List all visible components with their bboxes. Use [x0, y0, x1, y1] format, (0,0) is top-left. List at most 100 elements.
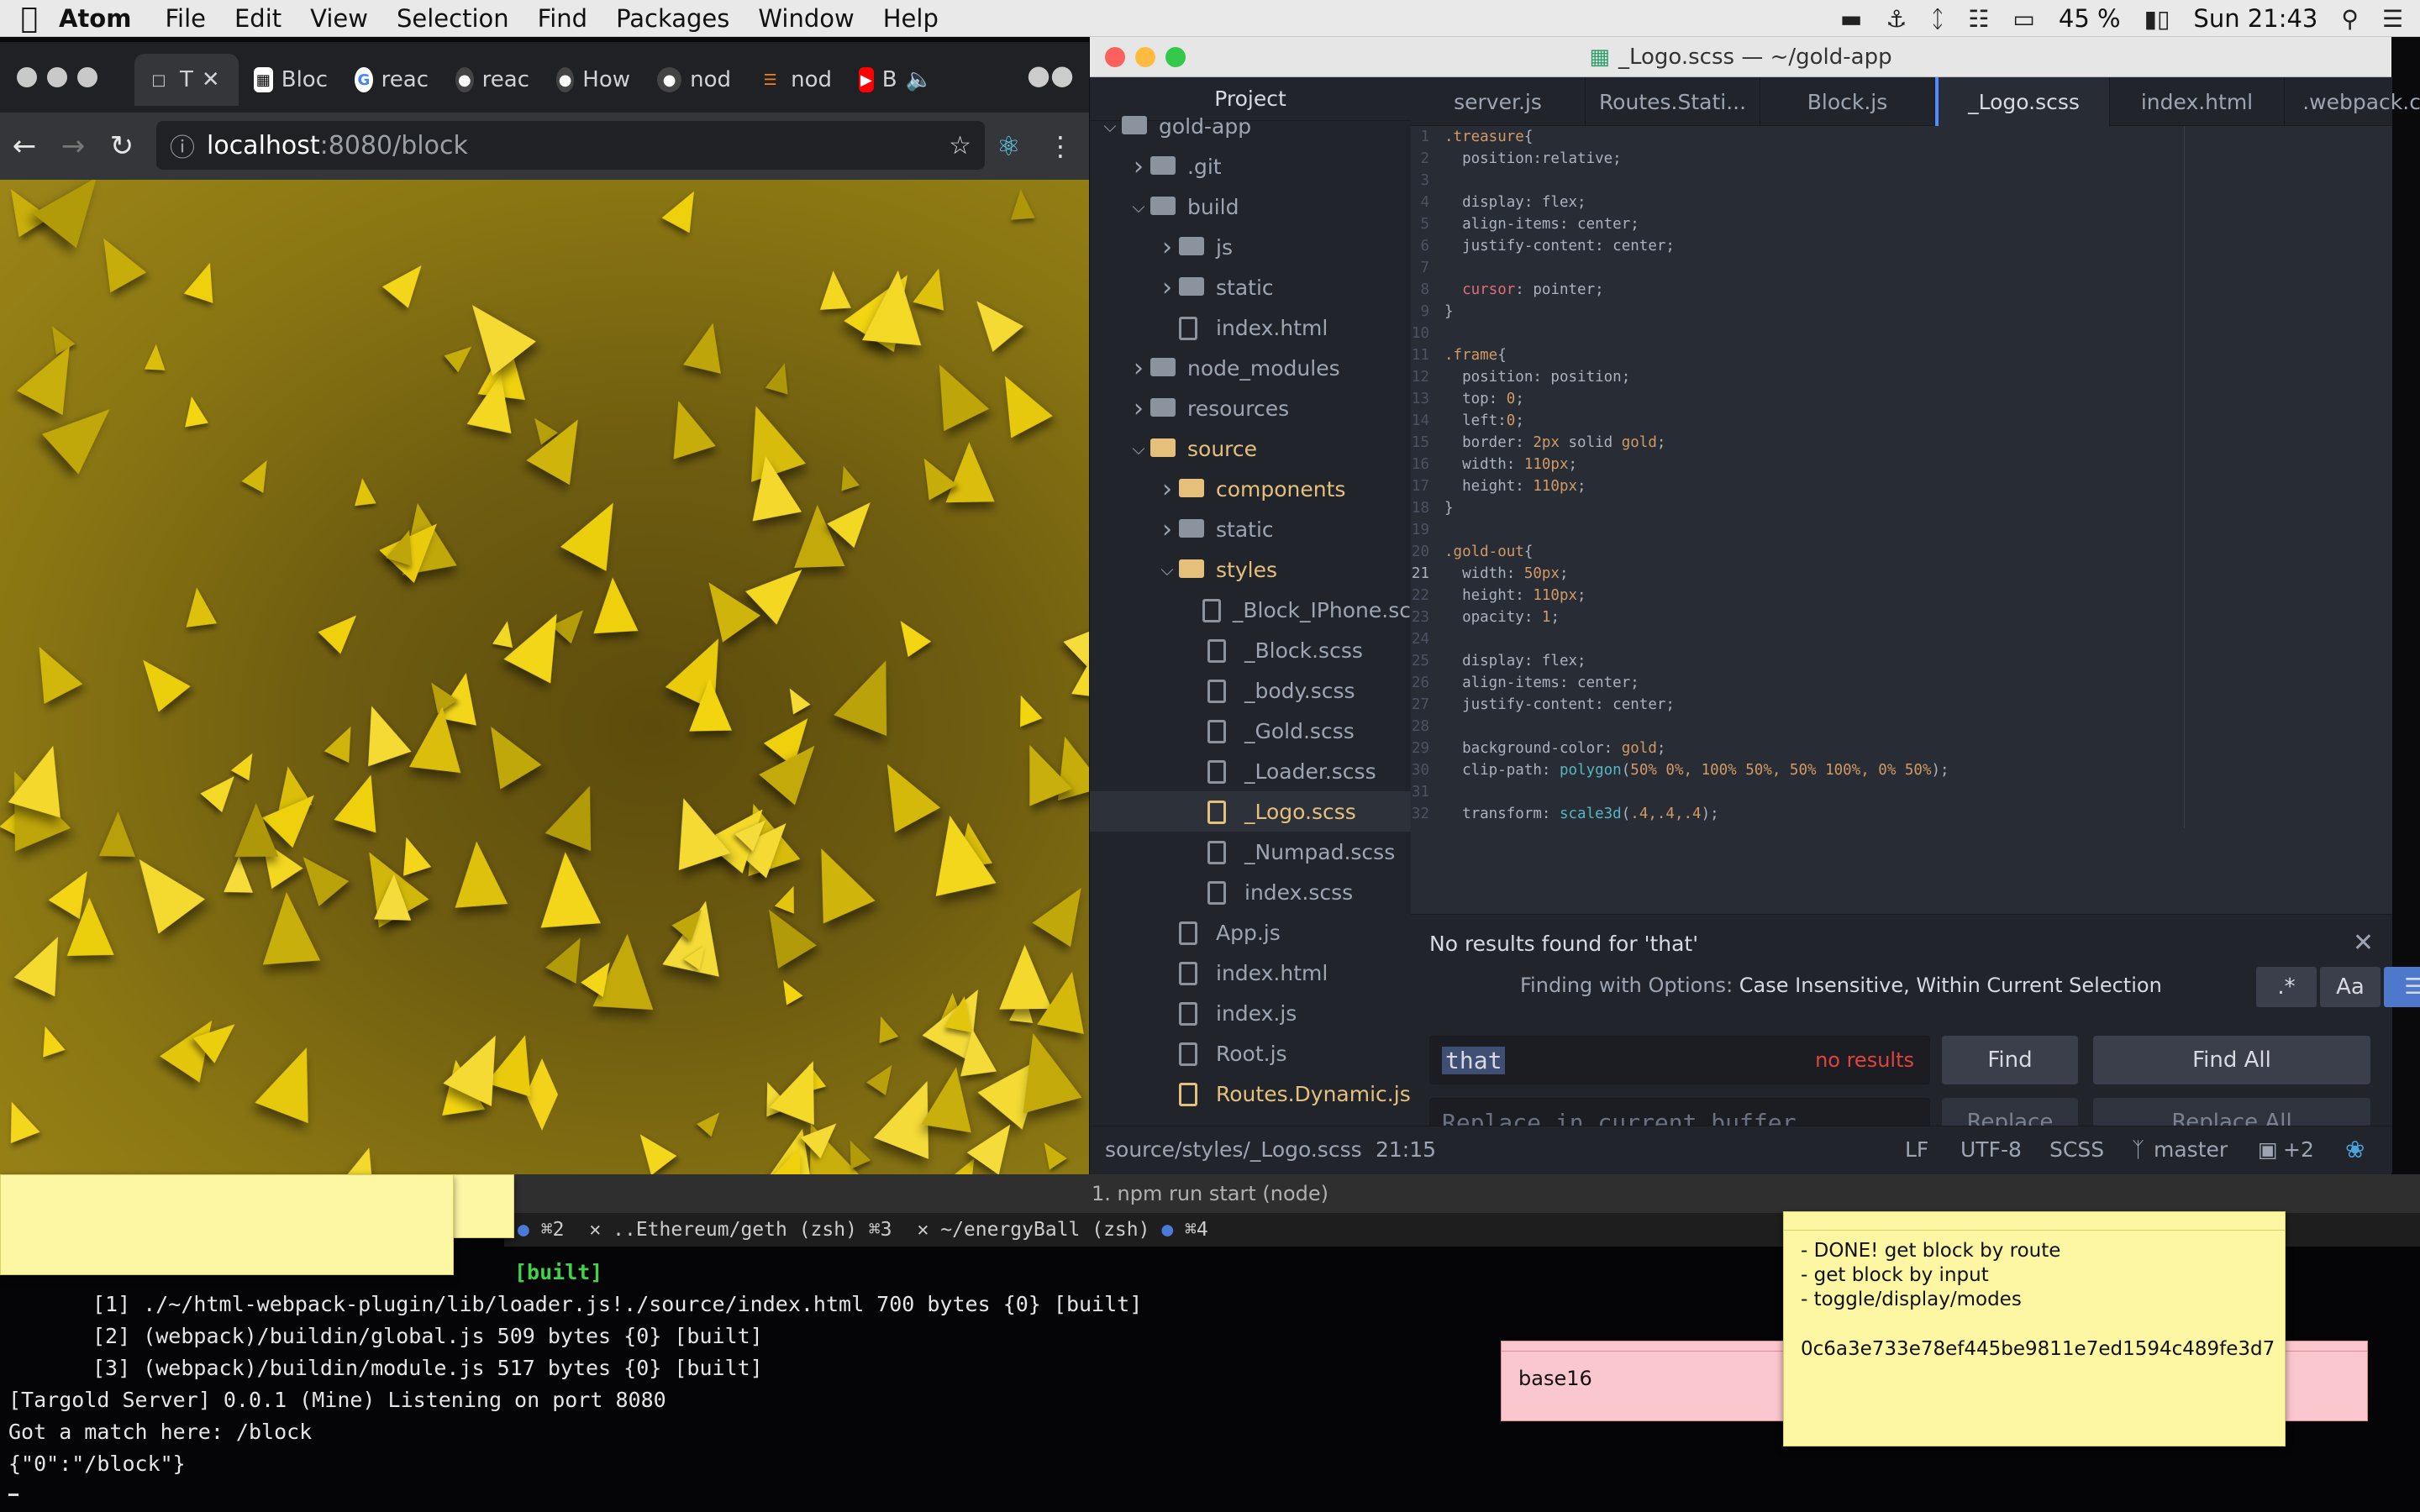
status-cursor-position[interactable]: 21:15 [1376, 1137, 1436, 1162]
chevron-right-icon[interactable]: › [1127, 394, 1150, 423]
chevron-right-icon[interactable]: ⌵ [1098, 116, 1122, 136]
code-line[interactable]: 15 border: 2px solid gold; [1411, 432, 2392, 454]
info-icon[interactable]: ⓘ [170, 127, 195, 164]
tree-file[interactable]: index.js [1090, 993, 1411, 1033]
terminal-tab[interactable]: ✕ ..Ethereum/geth (zsh) ⌘3 [589, 1219, 892, 1241]
spotlight-search-icon[interactable]: ⚲ [2341, 5, 2359, 33]
bluetooth-icon[interactable]: ᛨ [1931, 5, 1945, 33]
tree-folder[interactable]: ⌵ styles [1090, 549, 1411, 590]
chevron-right-icon[interactable]: › [1155, 515, 1179, 544]
tree-folder[interactable]: › resources [1090, 388, 1411, 428]
battery-icon[interactable]: ▮▯ [2144, 5, 2170, 33]
code-line[interactable]: 27 justify-content: center; [1411, 694, 2392, 716]
menu-window[interactable]: Window [758, 4, 854, 33]
tree-folder[interactable]: › node_modules [1090, 348, 1411, 388]
find-input[interactable]: that no results [1429, 1036, 1930, 1084]
code-line[interactable]: 19 [1411, 519, 2392, 541]
close-icon[interactable]: ✕ [2353, 928, 2374, 958]
tree-file[interactable]: _Gold.scss [1090, 711, 1411, 751]
tree-file[interactable]: _Block.scss [1090, 630, 1411, 670]
reload-icon[interactable]: ↻ [97, 129, 146, 163]
close-window-button[interactable] [1105, 47, 1125, 67]
chevron-down-icon[interactable]: ⌵ [1127, 197, 1150, 217]
minimize-window-button[interactable] [1135, 47, 1155, 67]
terminal-tab[interactable]: ✕ ~/energyBall (zsh) ● ⌘4 [918, 1219, 1208, 1241]
menu-view[interactable]: View [310, 4, 368, 33]
address-bar[interactable]: ⓘ localhost:8080/block ☆ [156, 121, 985, 170]
tree-folder[interactable]: › components [1090, 469, 1411, 509]
chevron-down-icon[interactable]: ⌵ [1155, 559, 1179, 580]
code-editor[interactable]: 1 .treasure{2 position:relative; 3 4 displa… [1411, 126, 2392, 828]
code-line[interactable]: 29 background-color: gold; [1411, 738, 2392, 759]
code-line[interactable]: 32 transform: scale3d(.4,.4,.4); [1411, 803, 2392, 825]
code-line[interactable]: 16 width: 110px; [1411, 454, 2392, 475]
code-line[interactable]: 10 [1411, 323, 2392, 344]
browser-tab[interactable]: ▦ Bloc [242, 54, 339, 106]
close-tab-icon[interactable]: ✕ [589, 1219, 601, 1241]
bookmark-star-icon[interactable]: ☆ [949, 131, 971, 160]
react-devtools-icon[interactable]: ⚛ [997, 130, 1021, 162]
code-line[interactable]: 7 [1411, 257, 2392, 279]
code-line[interactable]: 24 [1411, 628, 2392, 650]
tree-folder[interactable]: ⌵ source [1090, 428, 1411, 469]
tree-folder[interactable]: › js [1090, 227, 1411, 267]
tree-folder[interactable]: › static [1090, 267, 1411, 307]
code-line[interactable]: 33} [1411, 825, 2392, 828]
chevron-down-icon[interactable]: ⌵ [1127, 438, 1150, 459]
status-git-changes[interactable]: +2 [2283, 1137, 2314, 1162]
menu-find[interactable]: Find [538, 4, 587, 33]
menu-help[interactable]: Help [883, 4, 939, 33]
code-line[interactable]: 4 display: flex; [1411, 192, 2392, 213]
code-line[interactable]: 9} [1411, 301, 2392, 323]
clock[interactable]: Sun 21:43 [2193, 4, 2317, 33]
code-line[interactable]: 22 height: 110px; [1411, 585, 2392, 606]
sticky-note-todo[interactable]: - DONE! get block by route - get block b… [1783, 1211, 2286, 1446]
app-menu[interactable]: Atom [59, 4, 131, 33]
status-file-path[interactable]: source/styles/_Logo.scss [1105, 1137, 1362, 1162]
tree-file[interactable]: Root.js [1090, 1033, 1411, 1074]
code-line[interactable]: 13 top: 0; [1411, 388, 2392, 410]
editor-tab[interactable]: Routes.Stati... [1586, 77, 1760, 126]
menu-kebab-icon[interactable]: ⋮ [1047, 130, 1074, 162]
code-line[interactable]: 8 cursor: pointer; [1411, 279, 2392, 301]
code-line[interactable]: 18} [1411, 497, 2392, 519]
tree-folder[interactable]: › static [1090, 509, 1411, 549]
airplay-icon[interactable]: ▭ [2012, 5, 2034, 33]
tree-file[interactable]: _body.scss [1090, 670, 1411, 711]
tree-file[interactable]: _Block_IPhone.sc [1090, 590, 1411, 630]
in-selection-toggle-icon[interactable]: ☰ [2384, 967, 2420, 1007]
code-line[interactable]: 25 display: flex; [1411, 650, 2392, 672]
code-line[interactable]: 21 width: 50px; [1411, 563, 2392, 585]
tree-file[interactable]: Routes.Dynamic.js [1090, 1074, 1411, 1114]
battery-percent[interactable]: 45 % [2059, 4, 2121, 33]
apple-menu-icon[interactable]:  [0, 2, 59, 35]
code-line[interactable]: 26 align-items: center; [1411, 672, 2392, 694]
close-tab-icon[interactable]: ✕ [918, 1219, 929, 1241]
code-line[interactable]: 14 left:0; [1411, 410, 2392, 432]
code-line[interactable]: 28 [1411, 716, 2392, 738]
status-encoding[interactable]: UTF-8 [1960, 1137, 2022, 1162]
chevron-right-icon[interactable]: › [1127, 354, 1150, 383]
chevron-right-icon[interactable]: › [1127, 152, 1150, 181]
editor-tab[interactable]: index.html [2110, 77, 2285, 126]
chevron-right-icon[interactable]: › [1155, 475, 1179, 504]
editor-tab[interactable]: .webpack.c... [2285, 77, 2420, 126]
tree-folder[interactable]: ⌵ build [1090, 186, 1411, 227]
status-git-branch[interactable]: master [2154, 1137, 2228, 1162]
close-tab-icon[interactable]: ✕ [202, 67, 220, 92]
status-grammar[interactable]: SCSS [2049, 1137, 2104, 1162]
tree-file[interactable]: _Numpad.scss [1090, 832, 1411, 872]
browser-tab[interactable]: ☰ nod [746, 54, 844, 106]
page-canvas-gold-spikes[interactable] [0, 180, 1089, 1176]
wifi-icon[interactable]: ☷ [1968, 5, 1989, 33]
code-line[interactable]: 1 .treasure{ [1411, 126, 2392, 148]
menu-selection[interactable]: Selection [397, 4, 509, 33]
code-line[interactable]: 17 height: 110px; [1411, 475, 2392, 497]
sticky-note-text[interactable]: base16 [1518, 1367, 1592, 1390]
code-line[interactable]: 6 justify-content: center; [1411, 235, 2392, 257]
back-arrow-icon[interactable]: ← [0, 129, 49, 163]
chevron-right-icon[interactable]: › [1155, 233, 1179, 262]
docker-icon[interactable]: ⚓ [1886, 5, 1907, 33]
editor-tab[interactable]: server.js [1411, 77, 1586, 126]
browser-tab[interactable]: G reac [343, 54, 440, 106]
